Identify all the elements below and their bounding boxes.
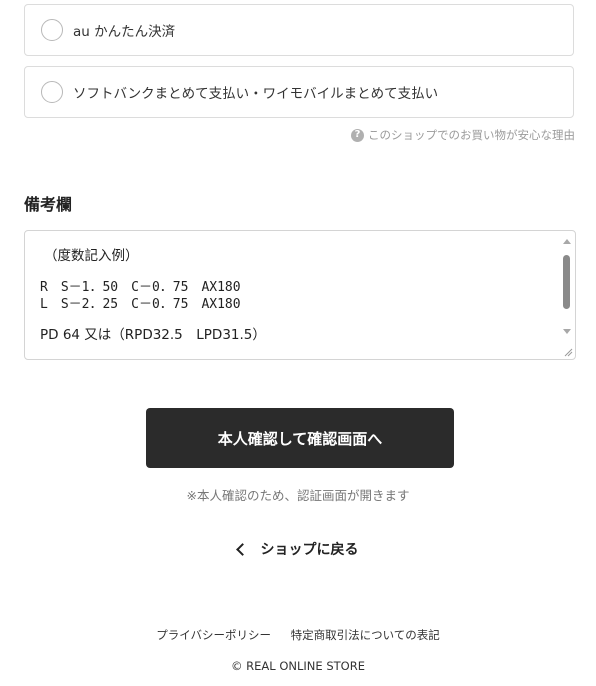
auth-notice: ※本人確認のため、認証画面が開きます [186,488,410,503]
scroll-down-arrow-icon[interactable] [563,329,571,334]
remarks-line: （度数記入例） [44,248,139,264]
remarks-title: 備考欄 [24,195,73,214]
payment-option-softbank[interactable]: ソフトバンクまとめて支払い・ワイモバイルまとめて支払い [24,66,574,118]
resize-grip-icon[interactable] [563,347,573,357]
shop-safety-reason-link[interactable]: ? このショップでのお買い物が安心な理由 [351,127,575,143]
scroll-up-arrow-icon[interactable] [563,239,571,244]
chevron-left-icon [235,543,249,556]
payment-option-label: ソフトバンクまとめて支払い・ワイモバイルまとめて支払い [73,86,439,102]
textarea-scrollbar[interactable] [559,231,575,359]
legal-notice-link[interactable]: 特定商取引法についての表記 [291,628,440,642]
remarks-line: L S－2．25 C－0．75 AX180 [40,297,241,312]
payment-option-au[interactable]: au かんたん決済 [24,4,574,56]
copyright: © REAL ONLINE STORE [231,659,365,673]
privacy-policy-link[interactable]: プライバシーポリシー [156,628,271,642]
back-to-shop-link[interactable]: ショップに戻る [0,539,596,559]
radio-button-au[interactable] [41,19,63,41]
remarks-line: PD 64 又は（RPD32.5 LPD31.5） [40,327,266,343]
back-link-label: ショップに戻る [260,542,359,558]
payment-option-label: au かんたん決済 [73,24,176,40]
footer-links: プライバシーポリシー 特定商取引法についての表記 [0,627,596,643]
scrollbar-thumb[interactable] [563,255,570,309]
reason-link-text: このショップでのお買い物が安心な理由 [368,128,575,142]
confirm-identity-button[interactable]: 本人確認して確認画面へ [146,408,454,468]
remarks-textarea[interactable]: （度数記入例） R S－1．50 C－0．75 AX180 L S－2．25 C… [24,230,576,360]
question-circle-icon: ? [351,128,364,142]
radio-button-softbank[interactable] [41,81,63,103]
